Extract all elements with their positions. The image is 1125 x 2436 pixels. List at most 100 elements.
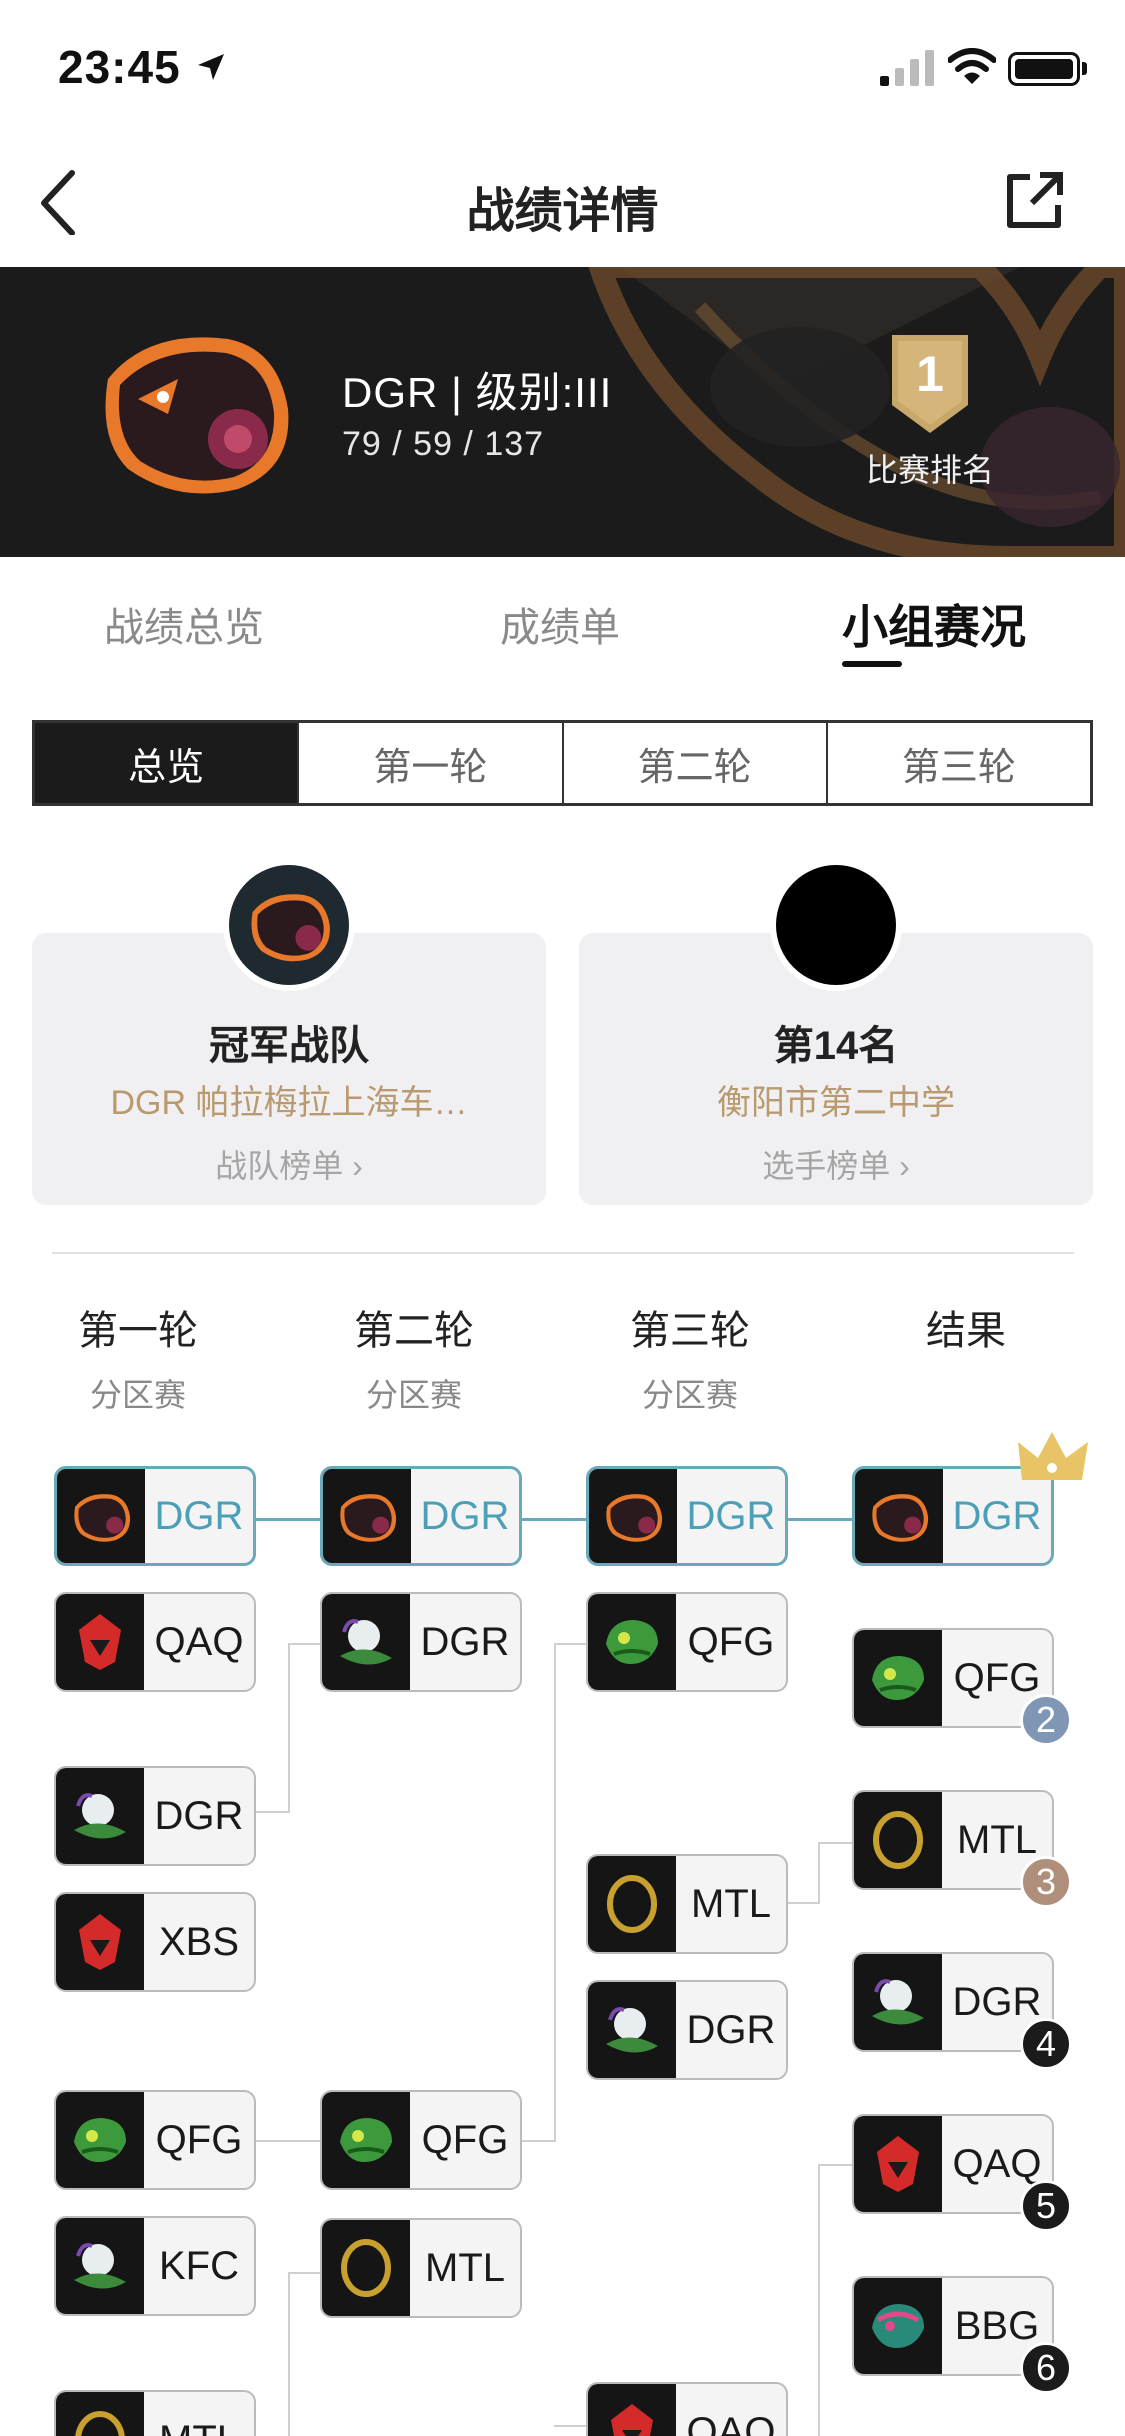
card-subtitle: DGR 帕拉梅拉上海车…	[110, 1084, 468, 1122]
team-slot[interactable]: QFG	[320, 2090, 522, 2190]
team-slot[interactable]: MTL	[320, 2218, 522, 2318]
rank-badge: 2	[1020, 1694, 1072, 1746]
team-slot[interactable]: DGR	[586, 1466, 788, 1566]
dgr-logo-icon	[855, 1469, 943, 1563]
bracket-line	[818, 2164, 820, 2436]
segment-overview[interactable]: 总览	[35, 723, 300, 803]
share-icon[interactable]	[1000, 165, 1070, 235]
tab-scorecard[interactable]: 成绩单	[500, 595, 620, 653]
tab-overview[interactable]: 战绩总览	[104, 595, 264, 653]
wifi-icon	[948, 48, 996, 84]
bracket-line	[288, 1643, 290, 1813]
rank-badge: 5	[1020, 2180, 1072, 2232]
mtl-logo-icon	[56, 2392, 144, 2436]
section-divider	[52, 1252, 1074, 1254]
team-slot[interactable]: MTL	[54, 2390, 256, 2436]
mtl-logo-icon	[588, 1856, 676, 1952]
column-subtitle: 分区赛	[641, 1377, 738, 1413]
status-bar: 23:45	[0, 0, 1125, 135]
team-name: KFC	[159, 2243, 239, 2288]
column-header-round-1: 第一轮 分区赛	[38, 1298, 238, 1416]
bracket-line	[522, 2140, 554, 2142]
bracket-line	[788, 1902, 818, 1904]
qaq-logo-icon	[854, 2116, 942, 2212]
column-title: 第二轮	[354, 1309, 474, 1353]
team-name: DGR	[154, 1793, 244, 1838]
column-title: 结果	[926, 1309, 1006, 1353]
team-stats: 79 / 59 / 137	[342, 425, 545, 463]
school-avatar	[770, 859, 902, 991]
team-title: DGR | 级别:III	[342, 369, 613, 416]
bracket-line	[788, 1518, 854, 1521]
qfg-logo-icon	[322, 2092, 410, 2188]
team-banner: DGR | 级别:III 79 / 59 / 137 1 比赛排名	[0, 267, 1125, 557]
team-ranking-link[interactable]: 战队榜单 ›	[32, 1141, 546, 1187]
rank-number: 1	[916, 346, 944, 402]
rank-badge: 3	[1020, 1856, 1072, 1908]
bracket-line	[522, 1518, 588, 1521]
dgr-white-logo-icon	[56, 1768, 144, 1864]
bracket-line	[288, 2272, 322, 2274]
segment-round-1[interactable]: 第一轮	[299, 723, 564, 803]
dgr-white-logo-icon	[588, 1982, 676, 2078]
mtl-logo-icon	[854, 1792, 942, 1888]
kfc-logo-icon	[56, 2218, 144, 2314]
navigation-bar: 战绩详情	[0, 135, 1125, 267]
team-slot[interactable]: QFG	[586, 1592, 788, 1692]
card-title: 冠军战队	[209, 1024, 369, 1068]
team-slot[interactable]: MTL	[586, 1854, 788, 1954]
qaq-logo-icon	[588, 2384, 676, 2436]
bracket-line	[256, 1811, 288, 1813]
main-tabs: 战绩总览 成绩单 小组赛况	[0, 557, 1125, 677]
dgr-logo-icon	[589, 1469, 677, 1563]
team-slot[interactable]: DGR	[320, 1592, 522, 1692]
battery-cap	[1082, 62, 1087, 75]
team-slot[interactable]: QAQ	[54, 1592, 256, 1692]
team-slot[interactable]: XBS	[54, 1892, 256, 1992]
dgr-logo-icon	[323, 1469, 411, 1563]
team-slot[interactable]: KFC	[54, 2216, 256, 2316]
team-name: QAQ	[154, 1619, 244, 1664]
card-title: 第14名	[773, 1024, 899, 1068]
tab-group-matches[interactable]: 小组赛况	[842, 591, 1026, 657]
bbg-logo-icon	[854, 2278, 942, 2374]
team-name: QFG	[687, 1619, 775, 1664]
rank-badge: 6	[1020, 2342, 1072, 2394]
player-ranking-link[interactable]: 选手榜单 ›	[579, 1141, 1093, 1187]
champion-card[interactable]: 冠军战队 DGR 帕拉梅拉上海车… 战队榜单 ›	[32, 859, 546, 1205]
segment-round-3[interactable]: 第三轮	[828, 723, 1090, 803]
team-slot[interactable]: DGR	[54, 1466, 256, 1566]
column-header-round-3: 第三轮 分区赛	[590, 1298, 790, 1416]
rank-badge: 4	[1020, 2018, 1072, 2070]
xbs-logo-icon	[56, 1894, 144, 1990]
column-title: 第一轮	[78, 1309, 198, 1353]
team-name: DGR	[686, 1493, 776, 1538]
placement-card[interactable]: 第14名 衡阳市第二中学 选手榜单 ›	[579, 859, 1093, 1205]
battery-icon	[1008, 52, 1080, 86]
team-slot[interactable]: QAQ	[586, 2382, 788, 2436]
bracket-line	[554, 1643, 588, 1645]
team-name: DGR	[420, 1493, 510, 1538]
column-subtitle: 分区赛	[365, 1377, 462, 1413]
round-segmented-control: 总览 第一轮 第二轮 第三轮	[32, 720, 1093, 806]
team-name: MTL	[425, 2245, 505, 2290]
location-arrow-icon	[198, 54, 224, 80]
mtl-logo-icon	[322, 2220, 410, 2316]
team-slot[interactable]: DGR	[54, 1766, 256, 1866]
tab-underline	[842, 661, 902, 667]
team-name: QFG	[155, 2117, 243, 2162]
team-slot[interactable]: DGR	[586, 1980, 788, 2080]
champion-avatar	[223, 859, 355, 991]
team-name: DGR	[420, 1619, 510, 1664]
team-logo	[105, 337, 289, 494]
bracket-line	[818, 1842, 854, 1844]
column-header-round-2: 第二轮 分区赛	[314, 1298, 514, 1416]
team-logo	[251, 894, 330, 962]
bracket-line	[554, 2425, 588, 2427]
segment-round-2[interactable]: 第二轮	[564, 723, 828, 803]
team-name: XBS	[158, 1919, 240, 1964]
team-slot[interactable]: QFG	[54, 2090, 256, 2190]
column-header-result: 结果	[866, 1298, 1066, 1356]
column-title: 第三轮	[630, 1309, 750, 1353]
team-slot[interactable]: DGR	[320, 1466, 522, 1566]
